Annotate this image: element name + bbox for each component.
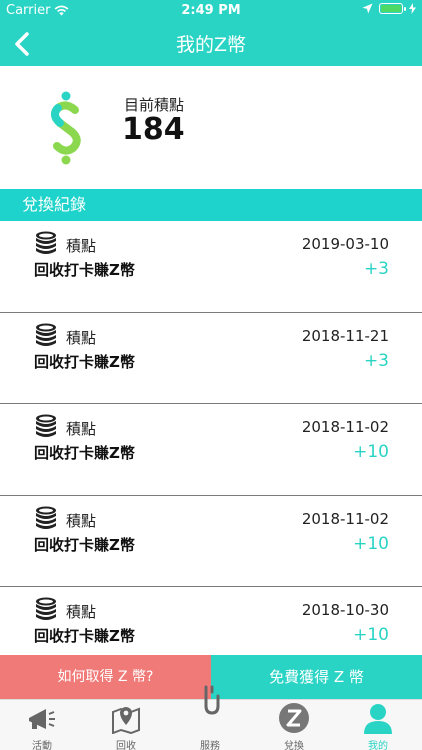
- status-right: [362, 3, 416, 14]
- coin-stack-icon: [36, 231, 56, 254]
- hook-icon: [204, 685, 220, 715]
- record-description: 回收打卡賺Z幣: [34, 444, 135, 462]
- record-date: 2018-11-02: [301, 509, 389, 528]
- status-time: 2:49 PM: [181, 3, 241, 18]
- coin-stack-icon: [36, 506, 56, 529]
- record-amount: +10: [353, 625, 389, 645]
- page-title: 我的Z幣: [175, 34, 247, 56]
- records-list[interactable]: 積點 2019-03-10 回收打卡賺Z幣 +3 積點 2018-11-21 回…: [0, 221, 422, 655]
- map-pin-icon: [112, 707, 140, 734]
- record-amount: +10: [353, 442, 389, 462]
- coin-stack-icon: [36, 597, 56, 620]
- location-arrow-icon: [362, 3, 373, 14]
- tab-label: 回收: [116, 741, 136, 750]
- megaphone-icon: [29, 709, 55, 729]
- tab-service[interactable]: 服務: [168, 685, 252, 750]
- list-item: 積點 2018-11-02 回收打卡賺Z幣 +10: [0, 496, 422, 587]
- tab-mine[interactable]: 我的: [336, 700, 420, 750]
- record-description: 回收打卡賺Z幣: [34, 627, 135, 645]
- tab-label: 活動: [32, 741, 52, 750]
- record-type: 積點: [66, 328, 97, 347]
- record-type: 積點: [66, 511, 97, 530]
- tab-bar: 活動 回收 服務 兌換 我的: [0, 685, 422, 750]
- record-type: 積點: [66, 420, 97, 438]
- record-date: 2018-11-02: [301, 418, 389, 436]
- points-value: 184: [122, 112, 185, 147]
- list-item: 積點 2018-10-30 回收打卡賺Z幣 +10: [0, 587, 422, 655]
- redemption-history-header: 兌換紀錄: [0, 189, 422, 221]
- record-date: 2018-11-21: [301, 326, 389, 345]
- status-bar: Carrier 2:49 PM: [0, 0, 422, 22]
- record-amount: +3: [363, 350, 389, 371]
- tab-activity[interactable]: 活動: [0, 700, 84, 750]
- get-free-z-coins-button[interactable]: 免費獲得 Z 幣: [211, 655, 422, 699]
- record-description: 回收打卡賺Z幣: [34, 535, 135, 554]
- charging-bolt-icon: [409, 3, 416, 14]
- person-icon: [364, 704, 392, 734]
- z-coin-icon: [279, 703, 309, 733]
- list-item: 積點 2018-11-21 回收打卡賺Z幣 +3: [0, 313, 422, 404]
- tab-label: 服務: [200, 741, 220, 750]
- record-amount: +3: [363, 259, 389, 279]
- coin-stack-icon: [36, 414, 56, 437]
- points-panel: 目前積點 184: [0, 66, 422, 189]
- coin-stack-icon: [36, 323, 56, 346]
- record-type: 積點: [66, 237, 97, 255]
- app-header: Carrier 2:49 PM 我的Z幣: [0, 0, 422, 66]
- tab-label: 我的: [368, 741, 388, 750]
- record-date: 2019-03-10: [301, 235, 389, 253]
- tab-recycle[interactable]: 回收: [84, 700, 168, 750]
- battery-icon: [379, 3, 406, 14]
- record-description: 回收打卡賺Z幣: [34, 261, 135, 279]
- tab-exchange[interactable]: 兌換: [252, 700, 336, 750]
- how-to-get-z-coins-button[interactable]: 如何取得 Z 幣?: [0, 655, 211, 699]
- dollar-logo-icon: [51, 91, 81, 165]
- record-amount: +10: [353, 533, 389, 554]
- record-date: 2018-10-30: [301, 601, 389, 619]
- tab-label: 兌換: [284, 741, 304, 750]
- list-item: 積點 2018-11-02 回收打卡賺Z幣 +10: [0, 404, 422, 496]
- record-description: 回收打卡賺Z幣: [34, 352, 135, 371]
- list-item: 積點 2019-03-10 回收打卡賺Z幣 +3: [0, 221, 422, 313]
- record-type: 積點: [66, 603, 97, 621]
